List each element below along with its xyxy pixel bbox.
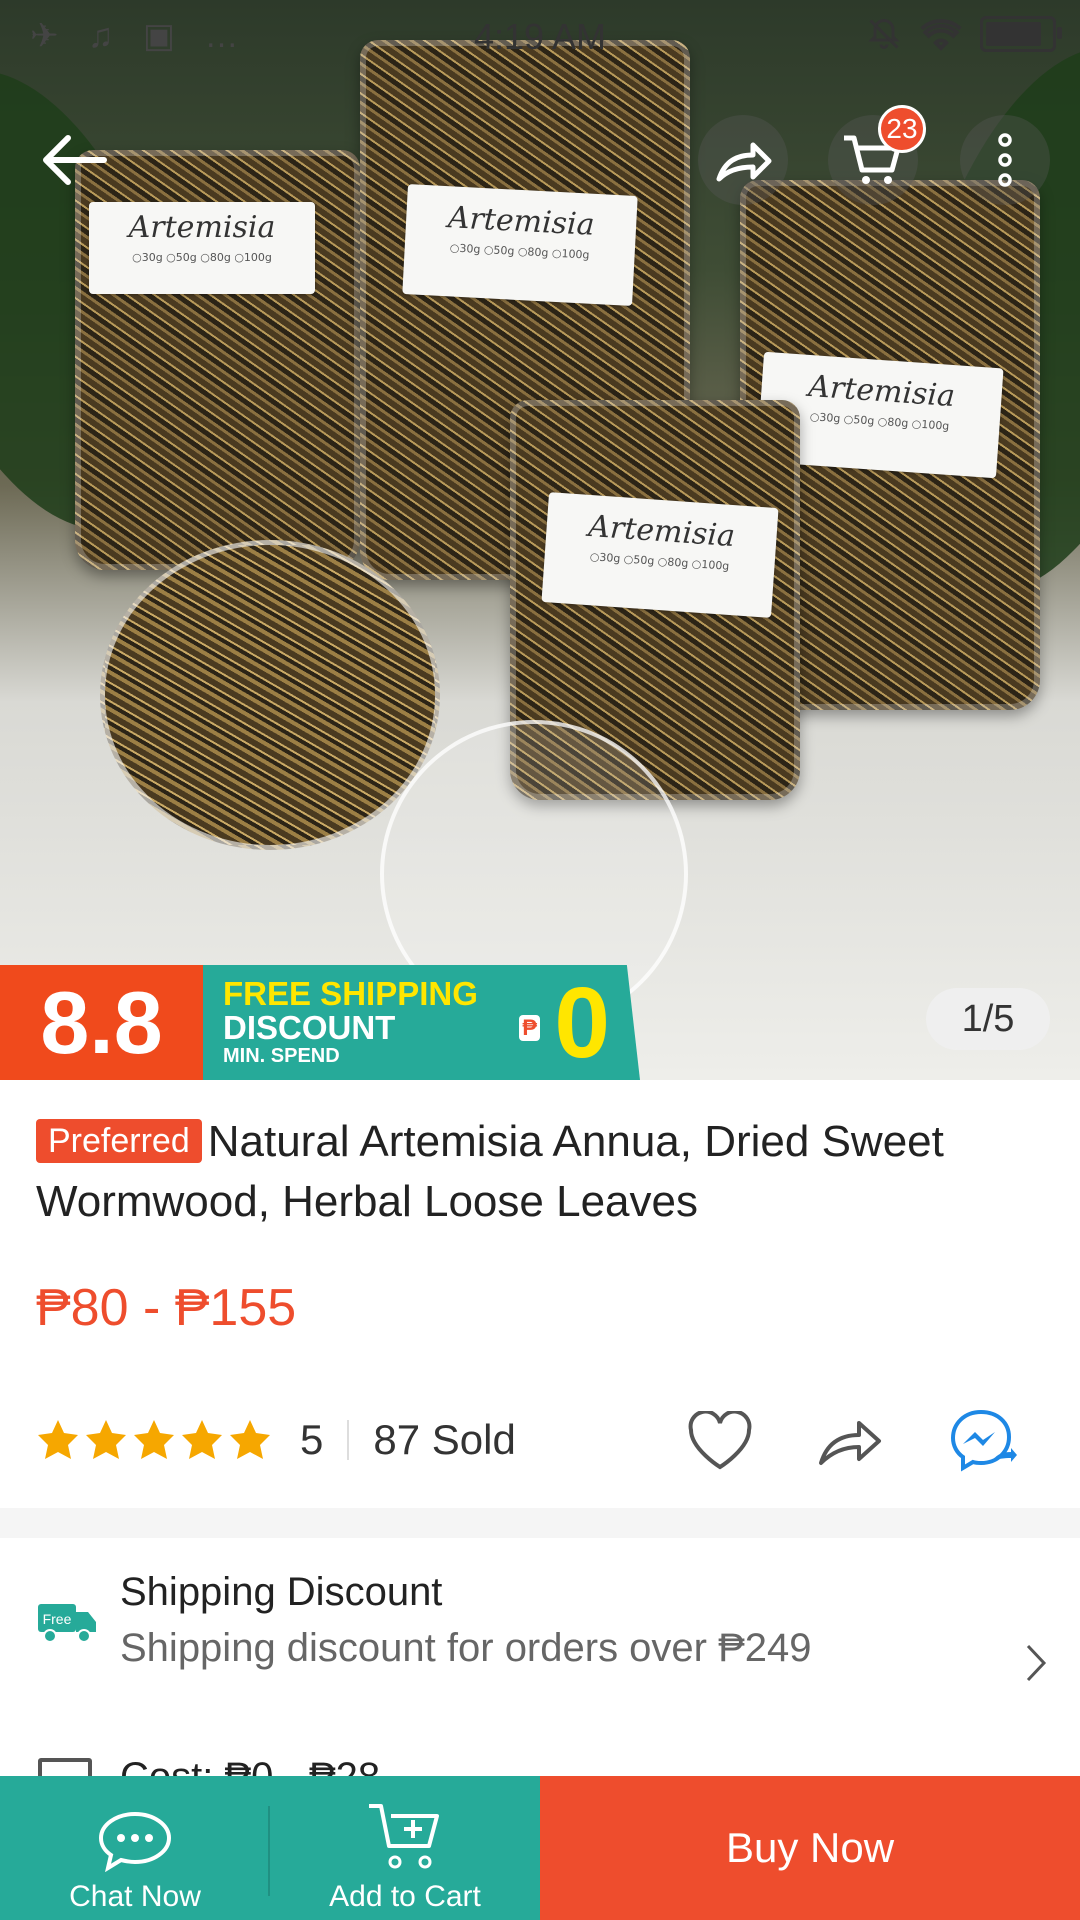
- bag-label-text: Artemisia: [807, 368, 957, 415]
- share-top-button[interactable]: [698, 115, 788, 205]
- shipping-title: Shipping Discount: [120, 1570, 443, 1614]
- product-image-gallery[interactable]: Artemisia ○30g ○50g ○80g ○100g Artemisia…: [0, 0, 1080, 1080]
- rating-value: 5: [300, 1416, 324, 1463]
- star-icon: [182, 1420, 222, 1459]
- promo-peso-sign: ₱: [519, 1015, 540, 1041]
- product-title-block: Preferred Natural Artemisia Annua, Dried …: [36, 1112, 1046, 1232]
- product-price: ₱80 - ₱155: [36, 1279, 297, 1337]
- star-icon: [230, 1420, 270, 1459]
- add-to-cart-button[interactable]: Add to Cart: [270, 1776, 540, 1920]
- bag-label-sizes: ○30g ○50g ○80g ○100g: [449, 241, 590, 262]
- promo-number: 8.8: [0, 965, 203, 1080]
- promo-text-panel: FREE SHIPPING DISCOUNT MIN. SPEND ₱ 0: [203, 965, 640, 1080]
- product-bag-image: Artemisia ○30g ○50g ○80g ○100g: [75, 150, 360, 570]
- promo-banner[interactable]: 8.8 FREE SHIPPING DISCOUNT MIN. SPEND ₱ …: [0, 965, 640, 1080]
- bag-label-sizes: ○30g ○50g ○80g ○100g: [132, 251, 272, 264]
- sold-count: 87 Sold: [373, 1416, 516, 1463]
- section-divider: [0, 1508, 1080, 1538]
- rating-row[interactable]: 5 87 Sold: [36, 1410, 516, 1470]
- buy-now-button[interactable]: Buy Now: [540, 1776, 1080, 1920]
- glass-jar-image: [100, 540, 440, 850]
- rating-stars: [36, 1418, 272, 1462]
- more-options-button[interactable]: [960, 115, 1050, 205]
- wifi-icon: [920, 19, 962, 51]
- star-icon: [86, 1420, 126, 1459]
- star-icon: [134, 1420, 174, 1459]
- add-to-cart-label: Add to Cart: [329, 1880, 481, 1913]
- share-button[interactable]: [814, 1405, 886, 1477]
- shipping-discount-row[interactable]: Free Shipping Discount Shipping discount…: [0, 1570, 1080, 1700]
- messenger-share-button[interactable]: [948, 1405, 1020, 1477]
- image-page-indicator: 1/5: [926, 988, 1050, 1050]
- preferred-badge: Preferred: [36, 1119, 202, 1163]
- status-right-icons: [866, 16, 1062, 52]
- like-button[interactable]: [684, 1405, 756, 1477]
- shipping-subtitle: Shipping discount for orders over ₱249: [120, 1626, 812, 1670]
- chevron-right-icon: [1026, 1644, 1047, 1682]
- free-label: Free: [43, 1611, 72, 1627]
- bag-label-text: Artemisia: [447, 200, 596, 243]
- chat-bubble-icon: [98, 1811, 172, 1872]
- back-button[interactable]: [28, 115, 118, 205]
- bottom-action-bar: Chat Now Add to Cart Buy Now: [0, 1776, 1080, 1920]
- share-icon: [716, 142, 772, 182]
- back-arrow-icon: [43, 135, 107, 185]
- promo-amount: 0: [554, 967, 610, 1079]
- star-icon: [38, 1420, 78, 1459]
- chat-now-button[interactable]: Chat Now: [0, 1776, 270, 1920]
- add-cart-icon: [369, 1804, 439, 1869]
- cart-top-button[interactable]: 23: [828, 105, 926, 205]
- bag-label-text: Artemisia: [587, 508, 737, 555]
- more-vert-icon: [998, 133, 1012, 187]
- chat-now-label: Chat Now: [69, 1880, 201, 1913]
- rating-separator: [347, 1420, 350, 1460]
- share-icon: [819, 1421, 881, 1465]
- free-shipping-truck-icon: Free: [38, 1604, 96, 1643]
- cart-count-badge: 23: [878, 105, 926, 153]
- heart-icon: [688, 1411, 752, 1470]
- messenger-icon: [950, 1409, 1017, 1472]
- bag-label-sizes: ○30g ○50g ○80g ○100g: [589, 550, 730, 573]
- notifications-off-icon: [868, 18, 900, 49]
- battery-icon: [980, 16, 1062, 52]
- status-bar: ✈ ♫ ▣ … 4:19 AM: [0, 0, 1080, 72]
- bag-label-text: Artemisia: [128, 210, 276, 245]
